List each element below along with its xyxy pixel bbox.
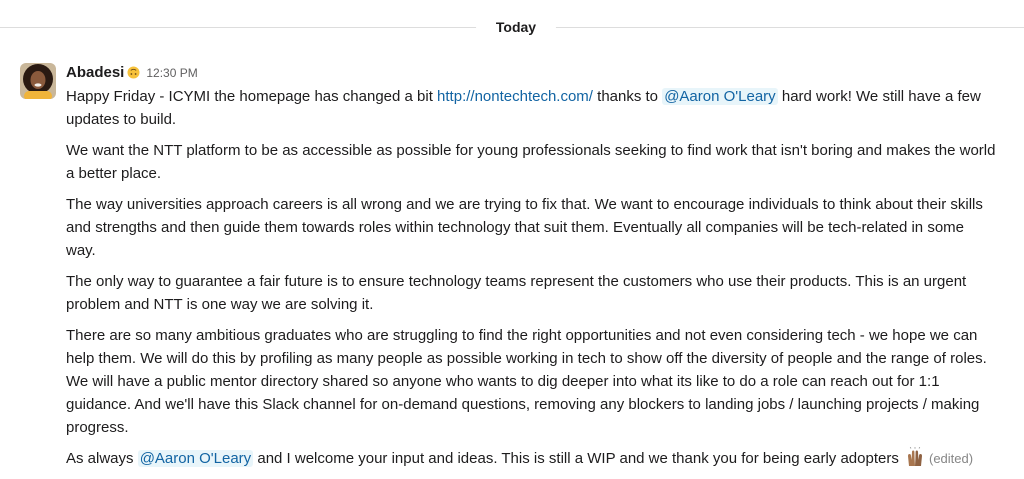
message-header: Abadesi 12:30 PM bbox=[66, 62, 198, 84]
user-mention[interactable]: @Aaron O'Leary bbox=[137, 450, 254, 467]
message-paragraph-2: We want the NTT platform to be as access… bbox=[66, 142, 996, 182]
avatar-image bbox=[20, 63, 56, 99]
text-segment: As always bbox=[66, 450, 138, 467]
message[interactable]: Abadesi 12:30 PM Happy Friday - ICYMI th… bbox=[0, 60, 1024, 479]
user-mention[interactable]: @Aaron O'Leary bbox=[662, 88, 778, 105]
day-divider-label[interactable]: Today bbox=[476, 14, 556, 40]
message-timestamp[interactable]: 12:30 PM bbox=[146, 66, 197, 80]
raised-hands-icon[interactable] bbox=[905, 446, 925, 467]
text-segment: and I welcome your input and ideas. This… bbox=[253, 450, 903, 467]
avatar[interactable] bbox=[20, 63, 56, 99]
day-divider: Today bbox=[0, 0, 1024, 54]
message-paragraph-4: The only way to guarantee a fair future … bbox=[66, 273, 967, 313]
slack-channel-view: Today Abadesi 12:30 PM Happy Friday - IC… bbox=[0, 0, 1024, 479]
upside-down-face-icon[interactable] bbox=[127, 64, 140, 79]
message-paragraph-3: The way universities approach careers is… bbox=[66, 196, 983, 259]
message-paragraph-6: As always @Aaron O'Leary and I welcome y… bbox=[66, 446, 1022, 470]
message-body: Happy Friday - ICYMI the homepage has ch… bbox=[66, 85, 1022, 470]
homepage-link[interactable]: http://nontechtech.com/ bbox=[437, 88, 593, 105]
message-paragraph-5: There are so many ambitious graduates wh… bbox=[66, 327, 987, 436]
text-segment: Happy Friday - ICYMI the homepage has ch… bbox=[66, 88, 438, 105]
text-segment: thanks to bbox=[592, 88, 663, 105]
edited-label: (edited) bbox=[929, 451, 974, 466]
message-paragraph-1: Happy Friday - ICYMI the homepage has ch… bbox=[66, 85, 1022, 131]
sender-name[interactable]: Abadesi bbox=[66, 64, 124, 81]
